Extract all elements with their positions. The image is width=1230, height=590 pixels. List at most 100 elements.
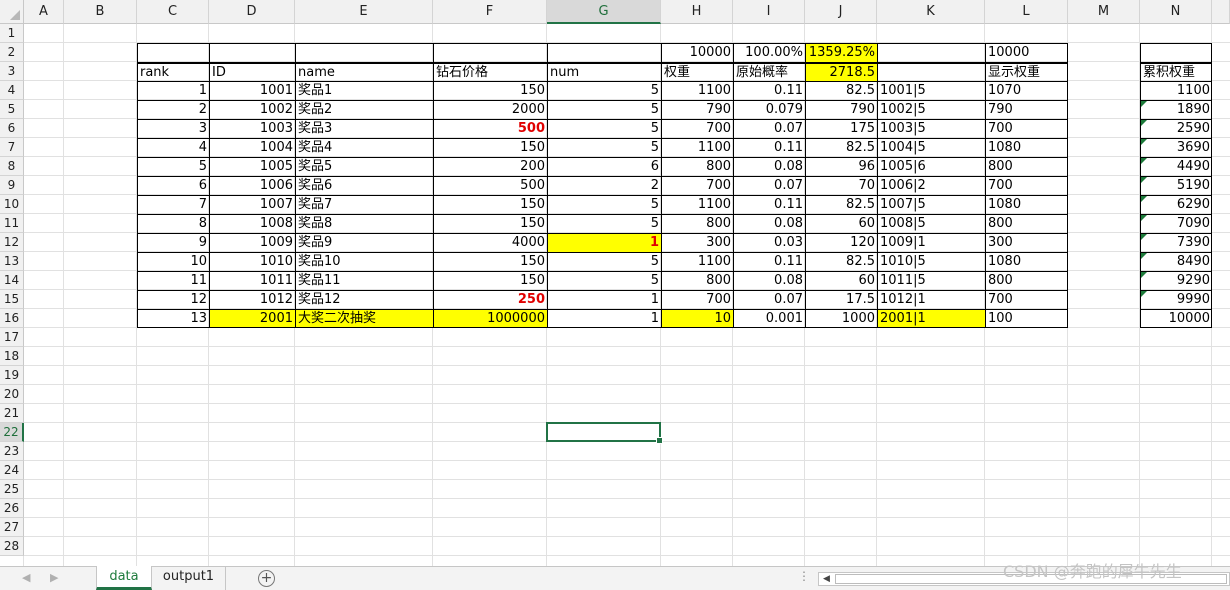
more-options-icon[interactable]: ⋮ bbox=[798, 569, 810, 583]
row-header-12[interactable]: 12 bbox=[0, 233, 24, 252]
row-header-17[interactable]: 17 bbox=[0, 328, 24, 347]
cell-n7[interactable]: 3690 bbox=[1140, 138, 1212, 157]
row-header-21[interactable]: 21 bbox=[0, 404, 24, 423]
header-display-weight[interactable]: 显示权重 bbox=[985, 62, 1068, 81]
header-id[interactable]: ID bbox=[209, 62, 295, 81]
cell-n8[interactable]: 4490 bbox=[1140, 157, 1212, 176]
cell-i14[interactable]: 0.08 bbox=[733, 271, 805, 290]
cell-d2[interactable] bbox=[209, 43, 295, 62]
cell-n14[interactable]: 9290 bbox=[1140, 271, 1212, 290]
cell-j4[interactable]: 82.5 bbox=[805, 81, 877, 100]
row-header-13[interactable]: 13 bbox=[0, 252, 24, 271]
cell-c8[interactable]: 5 bbox=[137, 157, 209, 176]
cell-l13[interactable]: 1080 bbox=[985, 252, 1068, 271]
cell-c5[interactable]: 2 bbox=[137, 100, 209, 119]
cell-l11[interactable]: 800 bbox=[985, 214, 1068, 233]
cell-k5[interactable]: 1002|5 bbox=[877, 100, 985, 119]
cell-c11[interactable]: 8 bbox=[137, 214, 209, 233]
sheet-tab-output1[interactable]: output1 bbox=[152, 566, 226, 590]
sheet-tab-data[interactable]: data bbox=[96, 566, 152, 590]
cell-c6[interactable]: 3 bbox=[137, 119, 209, 138]
cell-n10[interactable]: 6290 bbox=[1140, 195, 1212, 214]
cell-j10[interactable]: 82.5 bbox=[805, 195, 877, 214]
cell-l5[interactable]: 790 bbox=[985, 100, 1068, 119]
cell-n2[interactable] bbox=[1140, 43, 1212, 62]
cell-k16[interactable]: 2001|1 bbox=[877, 309, 985, 328]
cell-f7[interactable]: 150 bbox=[433, 138, 547, 157]
cell-f16[interactable]: 1000000 bbox=[433, 309, 547, 328]
cell-i13[interactable]: 0.11 bbox=[733, 252, 805, 271]
cell-j7[interactable]: 82.5 bbox=[805, 138, 877, 157]
column-header-m[interactable]: M bbox=[1068, 0, 1140, 24]
column-header-l[interactable]: L bbox=[985, 0, 1068, 24]
header-name[interactable]: name bbox=[295, 62, 433, 81]
cell-d15[interactable]: 1012 bbox=[209, 290, 295, 309]
cell-n6[interactable]: 2590 bbox=[1140, 119, 1212, 138]
cell-c12[interactable]: 9 bbox=[137, 233, 209, 252]
cell-e9[interactable]: 奖品6 bbox=[295, 176, 433, 195]
cell-h9[interactable]: 700 bbox=[661, 176, 733, 195]
cell-f13[interactable]: 150 bbox=[433, 252, 547, 271]
cell-f6[interactable]: 500 bbox=[433, 119, 547, 138]
cell-c16[interactable]: 13 bbox=[137, 309, 209, 328]
row-header-11[interactable]: 11 bbox=[0, 214, 24, 233]
cell-j2[interactable]: 1359.25% bbox=[805, 43, 877, 62]
cell-g6[interactable]: 5 bbox=[547, 119, 661, 138]
cell-g4[interactable]: 5 bbox=[547, 81, 661, 100]
cell-c7[interactable]: 4 bbox=[137, 138, 209, 157]
cell-g9[interactable]: 2 bbox=[547, 176, 661, 195]
row-header-2[interactable]: 2 bbox=[0, 43, 24, 62]
cell-e11[interactable]: 奖品8 bbox=[295, 214, 433, 233]
row-header-9[interactable]: 9 bbox=[0, 176, 24, 195]
column-header-n[interactable]: N bbox=[1140, 0, 1212, 24]
row-header-3[interactable]: 3 bbox=[0, 62, 24, 81]
cell-j8[interactable]: 96 bbox=[805, 157, 877, 176]
header-cum-weight[interactable]: 累积权重 bbox=[1140, 62, 1212, 81]
cell-h4[interactable]: 1100 bbox=[661, 81, 733, 100]
row-header-6[interactable]: 6 bbox=[0, 119, 24, 138]
cell-l14[interactable]: 800 bbox=[985, 271, 1068, 290]
row-header-18[interactable]: 18 bbox=[0, 347, 24, 366]
row-header-25[interactable]: 25 bbox=[0, 480, 24, 499]
cell-d9[interactable]: 1006 bbox=[209, 176, 295, 195]
cell-f14[interactable]: 150 bbox=[433, 271, 547, 290]
cell-i6[interactable]: 0.07 bbox=[733, 119, 805, 138]
cell-g11[interactable]: 5 bbox=[547, 214, 661, 233]
scroll-left-icon[interactable]: ◀ bbox=[823, 573, 830, 585]
cell-c4[interactable]: 1 bbox=[137, 81, 209, 100]
cell-f5[interactable]: 2000 bbox=[433, 100, 547, 119]
cell-j12[interactable]: 120 bbox=[805, 233, 877, 252]
cell-e12[interactable]: 奖品9 bbox=[295, 233, 433, 252]
cell-e16[interactable]: 大奖二次抽奖 bbox=[295, 309, 433, 328]
row-header-15[interactable]: 15 bbox=[0, 290, 24, 309]
column-header-f[interactable]: F bbox=[433, 0, 547, 24]
cell-k7[interactable]: 1004|5 bbox=[877, 138, 985, 157]
cell-j14[interactable]: 60 bbox=[805, 271, 877, 290]
cell-h16[interactable]: 10 bbox=[661, 309, 733, 328]
cell-f2[interactable] bbox=[433, 43, 547, 62]
cell-d13[interactable]: 1010 bbox=[209, 252, 295, 271]
row-header-8[interactable]: 8 bbox=[0, 157, 24, 176]
cell-g5[interactable]: 5 bbox=[547, 100, 661, 119]
cell-g8[interactable]: 6 bbox=[547, 157, 661, 176]
cell-j15[interactable]: 17.5 bbox=[805, 290, 877, 309]
cell-i15[interactable]: 0.07 bbox=[733, 290, 805, 309]
cell-i10[interactable]: 0.11 bbox=[733, 195, 805, 214]
cell-d14[interactable]: 1011 bbox=[209, 271, 295, 290]
cell-i16[interactable]: 0.001 bbox=[733, 309, 805, 328]
cell-l15[interactable]: 700 bbox=[985, 290, 1068, 309]
cell-e15[interactable]: 奖品12 bbox=[295, 290, 433, 309]
cell-i2[interactable]: 100.00% bbox=[733, 43, 805, 62]
cell-f9[interactable]: 500 bbox=[433, 176, 547, 195]
cell-c15[interactable]: 12 bbox=[137, 290, 209, 309]
cell-j6[interactable]: 175 bbox=[805, 119, 877, 138]
cell-h5[interactable]: 790 bbox=[661, 100, 733, 119]
cell-n13[interactable]: 8490 bbox=[1140, 252, 1212, 271]
cell-i9[interactable]: 0.07 bbox=[733, 176, 805, 195]
cell-g7[interactable]: 5 bbox=[547, 138, 661, 157]
row-header-14[interactable]: 14 bbox=[0, 271, 24, 290]
cell-g10[interactable]: 5 bbox=[547, 195, 661, 214]
cell-c14[interactable]: 11 bbox=[137, 271, 209, 290]
column-header-k[interactable]: K bbox=[877, 0, 985, 24]
row-header-5[interactable]: 5 bbox=[0, 100, 24, 119]
